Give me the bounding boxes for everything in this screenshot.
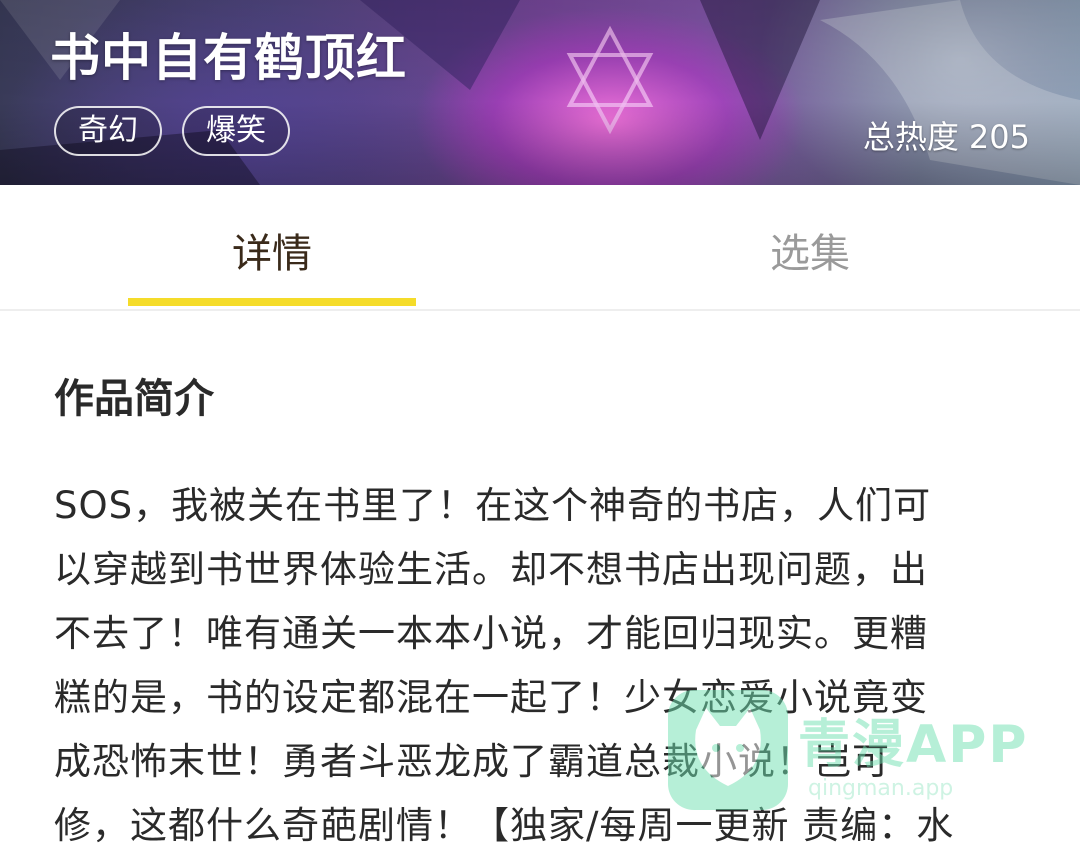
active-tab-indicator xyxy=(128,298,416,306)
tab-episodes[interactable]: 选集 xyxy=(666,221,954,279)
intro-line: 糕的是，书的设定都混在一起了！少女恋爱小说竟变 xyxy=(54,676,928,719)
intro-heading: 作品简介 xyxy=(54,376,214,422)
heat-value: 205 xyxy=(968,118,1030,156)
cover-banner: 书中自有鹤顶红 奇幻 爆笑 总热度 205 xyxy=(0,0,1080,185)
genre-tag-comedy[interactable]: 爆笑 xyxy=(182,106,290,156)
tab-details[interactable]: 详情 xyxy=(128,221,416,279)
total-heat: 总热度 205 xyxy=(863,112,1030,158)
intro-line: 不去了！唯有通关一本本小说，才能回归现实。更糟 xyxy=(54,612,928,655)
intro-line: SOS，我被关在书里了！在这个神奇的书店，人们可 xyxy=(54,484,932,527)
comic-title: 书中自有鹤顶红 xyxy=(50,29,407,87)
intro-description: SOS，我被关在书里了！在这个神奇的书店，人们可 以穿越到书世界体验生活。却不想… xyxy=(54,474,1026,844)
tab-bar: 详情 选集 xyxy=(0,185,1080,311)
genre-tag-fantasy[interactable]: 奇幻 xyxy=(54,106,162,156)
heat-label: 总热度 xyxy=(862,118,959,156)
intro-line: 修，这都什么奇葩剧情！【独家/每周一更新 责编：水 xyxy=(54,804,955,844)
intro-line: 以穿越到书世界体验生活。却不想书店出现问题，出 xyxy=(54,548,928,591)
genre-tags: 奇幻 爆笑 xyxy=(54,106,290,156)
intro-line: 成恐怖末世！勇者斗恶龙成了霸道总裁小说！岂可 xyxy=(54,740,890,783)
